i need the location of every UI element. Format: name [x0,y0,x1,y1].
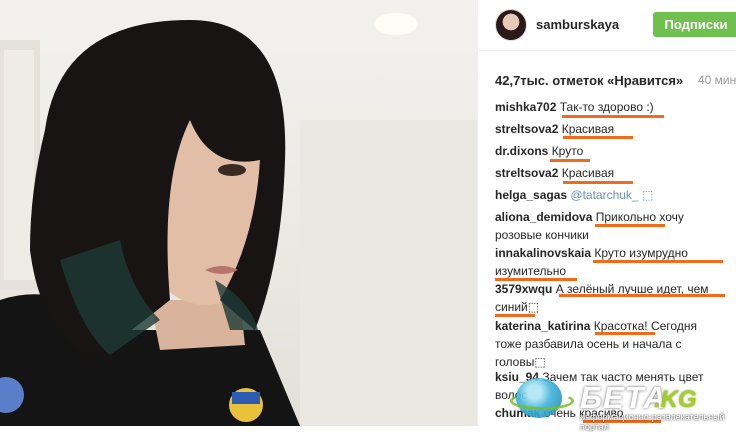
comment-text: Круто [551,144,584,158]
comment-text-line2: изумительно [495,264,567,278]
post-time[interactable]: 40 мин [698,73,736,87]
comment-user[interactable]: innakalinovskaia [495,246,591,260]
portrait-illustration [0,13,477,426]
comment-text: Красивая [561,166,615,180]
highlight-underline [595,332,655,335]
highlight-underline [550,159,590,162]
comment-text-line2: розовые кончики [495,228,589,242]
username[interactable]: samburskaya [536,17,619,32]
comment: dr.dixons Круто [495,142,583,160]
profile-avatar[interactable] [495,9,527,41]
comment-user[interactable]: helga_sagas [495,188,567,202]
comment: katerina_katirina Красотка! Сегодня тоже… [495,317,697,371]
likes-count[interactable]: 42,7тыс. отметок «Нравится» [495,73,683,88]
comment: helga_sagas @tatarchuk_ ⬚ [495,186,653,204]
comment-text-line2: тоже разбавила осень и начала с [495,337,682,351]
comment: streltsova2 Красивая [495,164,614,182]
highlight-underline [563,181,633,184]
highlight-underline [595,224,665,227]
highlight-underline [593,260,723,263]
post-sidebar: samburskaya Подписки 42,7тыс. отметок «Н… [477,0,736,426]
highlight-underline [563,136,633,139]
comment-user[interactable]: 3579xwqu [495,282,552,296]
comment-user[interactable]: dr.dixons [495,144,548,158]
beta-kg-watermark: БЕТА .KG информационно-развлекательный п… [510,376,736,432]
comment-text-line3: головы⬚ [495,355,546,369]
comment-text: Так-то здорово :) [559,100,654,114]
comment-text: Круто изумрудно [594,246,688,260]
comment-text: Красивая [561,122,615,136]
post-photo[interactable] [0,0,477,426]
post-header: samburskaya Подписки [478,0,736,51]
comment-text: Красотка! Сегодня [593,319,697,333]
watermark-tagline: информационно-развлекательный портал [580,412,725,432]
highlight-underline [562,115,664,118]
comment: 3579xwqu А зелёный лучше идет, чем синий… [495,280,709,316]
globe-ring-icon [510,392,574,410]
comment: mishka702 Так-то здорово :) [495,98,654,116]
comment-user[interactable]: katerina_katirina [495,319,590,333]
comment-user[interactable]: aliona_demidova [495,210,592,224]
highlight-underline [559,294,725,297]
comment-text: @tatarchuk_ ⬚ [570,188,654,202]
comment-text: Прикольно хочу [595,210,684,224]
comment-user[interactable]: streltsova2 [495,122,558,136]
comment-user[interactable]: mishka702 [495,100,556,114]
comment-user[interactable]: streltsova2 [495,166,558,180]
watermark-domain: .KG [654,386,697,413]
follow-button[interactable]: Подписки [653,12,736,37]
comment-text-line2: синий⬚ [495,300,540,314]
